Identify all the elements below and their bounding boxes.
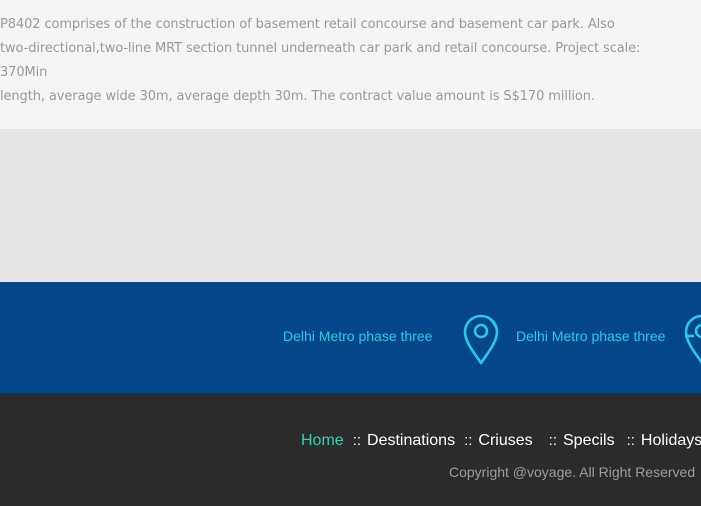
footer-nav-specils[interactable]: Specils <box>563 432 615 449</box>
nav-separator: :: <box>626 432 635 449</box>
ticker-item-label[interactable]: Delhi Metro phase three <box>516 328 665 344</box>
page: P8402 comprises of the construction of b… <box>0 0 701 506</box>
site-footer: Home:: Destinations:: Criuses:: Specils:: Ho… <box>0 393 701 506</box>
ticker-item-label[interactable]: Delhi Metro phase three <box>283 328 432 344</box>
project-ticker: Delhi Metro phase three Delhi Metro phas… <box>0 282 701 393</box>
project-description: P8402 comprises of the construction of b… <box>0 13 690 109</box>
description-line-2: two-directional,two-line MRT section tun… <box>0 41 641 80</box>
footer-nav-destinations[interactable]: Destinations <box>367 432 455 449</box>
description-line-3: length, average wide 30m, average depth … <box>0 89 595 104</box>
footer-nav-criuses[interactable]: Criuses <box>478 432 532 449</box>
map-pin-icon <box>684 314 701 370</box>
description-line-1: P8402 comprises of the construction of b… <box>0 17 615 32</box>
project-description-section: P8402 comprises of the construction of b… <box>0 0 701 129</box>
blank-band <box>0 129 701 282</box>
nav-separator: :: <box>352 432 362 449</box>
copyright-text: Copyright @voyage. All Right Reserved <box>449 464 696 480</box>
footer-nav-holidays[interactable]: Holidays <box>641 432 701 449</box>
footer-nav: Home:: Destinations:: Criuses:: Specils:: Ho… <box>301 432 701 450</box>
map-pin-icon <box>463 314 499 370</box>
nav-separator: :: <box>548 432 557 449</box>
nav-separator: :: <box>464 432 473 449</box>
footer-nav-home[interactable]: Home <box>301 432 344 449</box>
